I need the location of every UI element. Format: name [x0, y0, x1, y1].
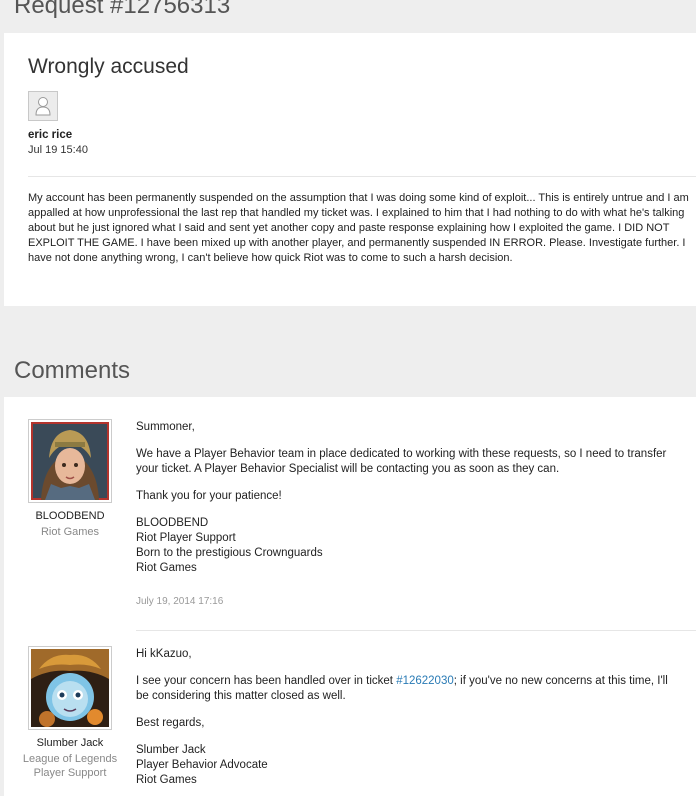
- comment-author[interactable]: BLOODBEND: [16, 510, 124, 522]
- comment-text: I see your concern has been handled over…: [136, 675, 397, 687]
- ticket-subject: Wrongly accused: [28, 55, 189, 78]
- signature-line: Riot Player Support: [136, 532, 236, 544]
- divider: [28, 176, 696, 177]
- signature-line: Born to the prestigious Crownguards: [136, 547, 323, 559]
- comment-paragraph: Thank you for your patience!: [136, 490, 282, 502]
- ticket-body: My account has been permanently suspende…: [28, 192, 689, 264]
- comment-timestamp: July 19, 2014 17:16: [136, 596, 224, 607]
- request-timestamp: Jul 19 15:40: [28, 144, 88, 156]
- comment-author-org: League of Legends Player Support: [22, 753, 118, 779]
- comment-author[interactable]: Slumber Jack: [16, 737, 124, 749]
- champion-portrait-icon: [31, 422, 109, 500]
- signature-line: Slumber Jack: [136, 744, 206, 756]
- signature-line: Player Behavior Advocate: [136, 759, 268, 771]
- divider: [136, 630, 696, 631]
- champion-portrait-icon: [31, 649, 109, 727]
- user-silhouette-icon: [29, 92, 57, 120]
- comment-greeting: Hi kKazuo,: [136, 648, 192, 660]
- comments-title: Comments: [14, 357, 131, 384]
- signature-line: Riot Games: [136, 774, 197, 786]
- comment-author-org: Riot Games: [40, 526, 100, 538]
- comment-paragraph: Best regards,: [136, 717, 205, 729]
- ticket-link[interactable]: #12622030: [396, 675, 454, 687]
- comment-paragraph: We have a Player Behavior team in place …: [136, 448, 667, 475]
- agent-avatar[interactable]: [28, 419, 112, 503]
- request-title: Request #12756313: [14, 0, 231, 19]
- requester-name[interactable]: eric rice: [28, 129, 72, 141]
- comments-header: Comments: [0, 343, 696, 397]
- ticket-card: Wrongly accused eric rice Jul 19 15:40 M…: [4, 33, 696, 306]
- comment-greeting: Summoner,: [136, 421, 195, 433]
- request-header: Request #12756313: [0, 0, 696, 30]
- signature-line: BLOODBEND: [136, 517, 209, 529]
- comments-panel: BLOODBEND Riot Games Summoner, We have a…: [4, 397, 696, 796]
- comment-body: Hi kKazuo, I see your concern has been h…: [136, 647, 676, 788]
- signature-line: Riot Games: [136, 562, 197, 574]
- comment-paragraph: I see your concern has been handled over…: [136, 674, 676, 704]
- comment-body: Summoner, We have a Player Behavior team…: [136, 420, 676, 609]
- agent-avatar[interactable]: [28, 646, 112, 730]
- requester-avatar: [28, 91, 58, 121]
